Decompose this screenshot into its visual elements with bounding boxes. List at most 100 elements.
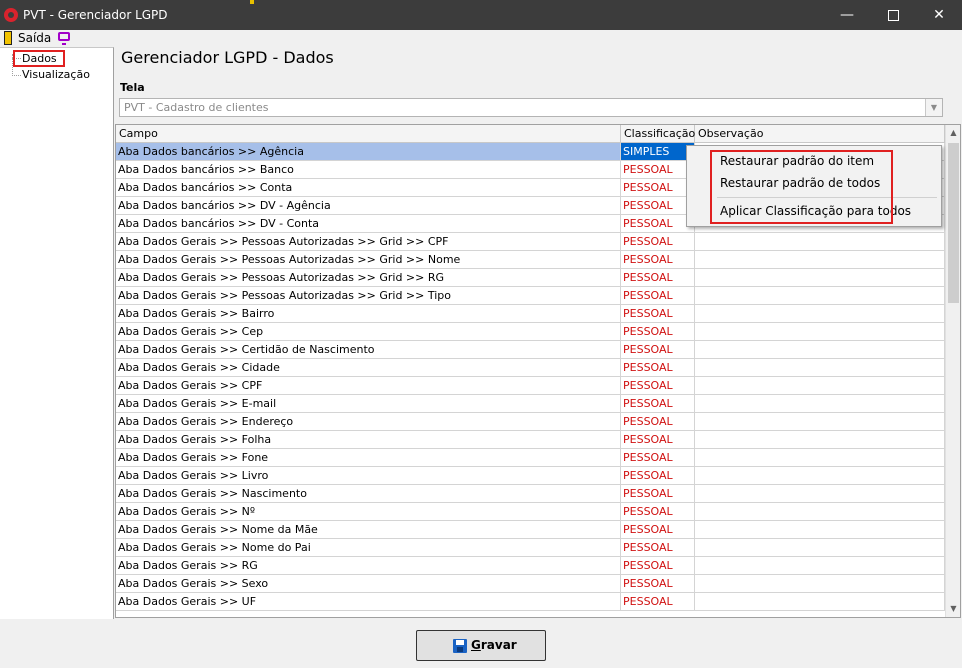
cell-classificacao[interactable]: SIMPLES	[621, 143, 695, 161]
table-row[interactable]: Aba Dados Gerais >> Pessoas Autorizadas …	[116, 269, 945, 287]
cell-campo[interactable]: Aba Dados Gerais >> Livro	[116, 467, 621, 485]
cell-campo[interactable]: Aba Dados Gerais >> E-mail	[116, 395, 621, 413]
cell-campo[interactable]: Aba Dados Gerais >> Cep	[116, 323, 621, 341]
cell-observacao[interactable]	[695, 305, 945, 323]
cell-campo[interactable]: Aba Dados Gerais >> Pessoas Autorizadas …	[116, 269, 621, 287]
cell-campo[interactable]: Aba Dados Gerais >> Bairro	[116, 305, 621, 323]
cell-campo[interactable]: Aba Dados Gerais >> Pessoas Autorizadas …	[116, 251, 621, 269]
cell-observacao[interactable]	[695, 269, 945, 287]
cell-classificacao[interactable]: PESSOAL	[621, 341, 695, 359]
cell-campo[interactable]: Aba Dados Gerais >> Folha	[116, 431, 621, 449]
cell-campo[interactable]: Aba Dados bancários >> Conta	[116, 179, 621, 197]
cell-observacao[interactable]	[695, 251, 945, 269]
cell-observacao[interactable]	[695, 431, 945, 449]
cell-campo[interactable]: Aba Dados Gerais >> Nº	[116, 503, 621, 521]
cell-campo[interactable]: Aba Dados Gerais >> Pessoas Autorizadas …	[116, 233, 621, 251]
cell-classificacao[interactable]: PESSOAL	[621, 251, 695, 269]
cell-observacao[interactable]	[695, 233, 945, 251]
cell-classificacao[interactable]: PESSOAL	[621, 503, 695, 521]
cell-classificacao[interactable]: PESSOAL	[621, 467, 695, 485]
table-row[interactable]: Aba Dados Gerais >> Nome do Pai PESSOAL	[116, 539, 945, 557]
scroll-down-icon[interactable]: ▼	[946, 601, 960, 617]
cell-campo[interactable]: Aba Dados Gerais >> RG	[116, 557, 621, 575]
table-row[interactable]: Aba Dados Gerais >> Folha PESSOAL	[116, 431, 945, 449]
cell-campo[interactable]: Aba Dados Gerais >> Cidade	[116, 359, 621, 377]
cell-classificacao[interactable]: PESSOAL	[621, 305, 695, 323]
cell-campo[interactable]: Aba Dados bancários >> DV - Agência	[116, 197, 621, 215]
cell-observacao[interactable]	[695, 485, 945, 503]
cell-campo[interactable]: Aba Dados bancários >> Banco	[116, 161, 621, 179]
cell-campo[interactable]: Aba Dados bancários >> Agência	[116, 143, 621, 161]
cell-classificacao[interactable]: PESSOAL	[621, 521, 695, 539]
table-row[interactable]: Aba Dados Gerais >> Sexo PESSOAL	[116, 575, 945, 593]
tela-select[interactable]: PVT - Cadastro de clientes ▼	[119, 98, 943, 117]
cell-observacao[interactable]	[695, 521, 945, 539]
cell-observacao[interactable]	[695, 539, 945, 557]
table-row[interactable]: Aba Dados Gerais >> Certidão de Nascimen…	[116, 341, 945, 359]
cell-classificacao[interactable]: PESSOAL	[621, 287, 695, 305]
table-row[interactable]: Aba Dados Gerais >> Pessoas Autorizadas …	[116, 251, 945, 269]
cell-observacao[interactable]	[695, 557, 945, 575]
table-row[interactable]: Aba Dados Gerais >> Nº PESSOAL	[116, 503, 945, 521]
vertical-scrollbar[interactable]: ▲ ▼	[945, 125, 960, 617]
column-header-campo[interactable]: Campo	[116, 125, 621, 143]
cell-campo[interactable]: Aba Dados Gerais >> Fone	[116, 449, 621, 467]
cell-campo[interactable]: Aba Dados Gerais >> Nome da Mãe	[116, 521, 621, 539]
cell-classificacao[interactable]: PESSOAL	[621, 323, 695, 341]
cell-observacao[interactable]	[695, 359, 945, 377]
cell-observacao[interactable]	[695, 395, 945, 413]
cell-observacao[interactable]	[695, 575, 945, 593]
cell-campo[interactable]: Aba Dados Gerais >> Endereço	[116, 413, 621, 431]
cell-classificacao[interactable]: PESSOAL	[621, 359, 695, 377]
save-button[interactable]: Gravar	[416, 630, 546, 661]
cell-classificacao[interactable]: PESSOAL	[621, 575, 695, 593]
table-row[interactable]: Aba Dados Gerais >> Cep PESSOAL	[116, 323, 945, 341]
table-row[interactable]: Aba Dados Gerais >> Cidade PESSOAL	[116, 359, 945, 377]
door-exit-icon[interactable]	[4, 31, 12, 45]
cell-campo[interactable]: Aba Dados Gerais >> Certidão de Nascimen…	[116, 341, 621, 359]
minimize-button[interactable]: —	[824, 0, 870, 30]
column-header-observacao[interactable]: Observação	[695, 125, 945, 143]
cell-classificacao[interactable]: PESSOAL	[621, 161, 695, 179]
cell-campo[interactable]: Aba Dados Gerais >> Nascimento	[116, 485, 621, 503]
table-row[interactable]: Aba Dados Gerais >> Fone PESSOAL	[116, 449, 945, 467]
table-row[interactable]: Aba Dados Gerais >> CPF PESSOAL	[116, 377, 945, 395]
maximize-button[interactable]	[870, 0, 916, 30]
cell-campo[interactable]: Aba Dados Gerais >> Pessoas Autorizadas …	[116, 287, 621, 305]
cell-campo[interactable]: Aba Dados Gerais >> Sexo	[116, 575, 621, 593]
cell-observacao[interactable]	[695, 467, 945, 485]
exit-menu-item[interactable]: Saída	[18, 31, 51, 45]
cell-classificacao[interactable]: PESSOAL	[621, 269, 695, 287]
cell-observacao[interactable]	[695, 341, 945, 359]
cell-observacao[interactable]	[695, 413, 945, 431]
scroll-up-icon[interactable]: ▲	[946, 125, 960, 141]
cell-campo[interactable]: Aba Dados Gerais >> UF	[116, 593, 621, 611]
cell-observacao[interactable]	[695, 593, 945, 611]
cell-observacao[interactable]	[695, 323, 945, 341]
table-row[interactable]: Aba Dados Gerais >> Pessoas Autorizadas …	[116, 233, 945, 251]
cell-classificacao[interactable]: PESSOAL	[621, 215, 695, 233]
monitor-icon[interactable]	[58, 32, 70, 45]
cell-observacao[interactable]	[695, 449, 945, 467]
scroll-thumb[interactable]	[948, 143, 959, 303]
cell-classificacao[interactable]: PESSOAL	[621, 233, 695, 251]
cell-campo[interactable]: Aba Dados Gerais >> CPF	[116, 377, 621, 395]
column-header-classificacao[interactable]: Classificação	[621, 125, 695, 143]
table-row[interactable]: Aba Dados Gerais >> E-mail PESSOAL	[116, 395, 945, 413]
cell-classificacao[interactable]: PESSOAL	[621, 413, 695, 431]
table-row[interactable]: Aba Dados Gerais >> Livro PESSOAL	[116, 467, 945, 485]
table-row[interactable]: Aba Dados Gerais >> Bairro PESSOAL	[116, 305, 945, 323]
close-button[interactable]: ✕	[916, 0, 962, 30]
tree-item-visualizacao[interactable]: Visualização	[22, 68, 90, 82]
cell-classificacao[interactable]: PESSOAL	[621, 395, 695, 413]
cell-classificacao[interactable]: PESSOAL	[621, 377, 695, 395]
tree-item-dados[interactable]: Dados	[22, 52, 57, 66]
chevron-down-icon[interactable]: ▼	[925, 99, 942, 116]
cell-classificacao[interactable]: PESSOAL	[621, 593, 695, 611]
cell-classificacao[interactable]: PESSOAL	[621, 557, 695, 575]
cell-campo[interactable]: Aba Dados bancários >> DV - Conta	[116, 215, 621, 233]
table-row[interactable]: Aba Dados Gerais >> Endereço PESSOAL	[116, 413, 945, 431]
cell-classificacao[interactable]: PESSOAL	[621, 539, 695, 557]
cell-observacao[interactable]	[695, 287, 945, 305]
cell-classificacao[interactable]: PESSOAL	[621, 179, 695, 197]
